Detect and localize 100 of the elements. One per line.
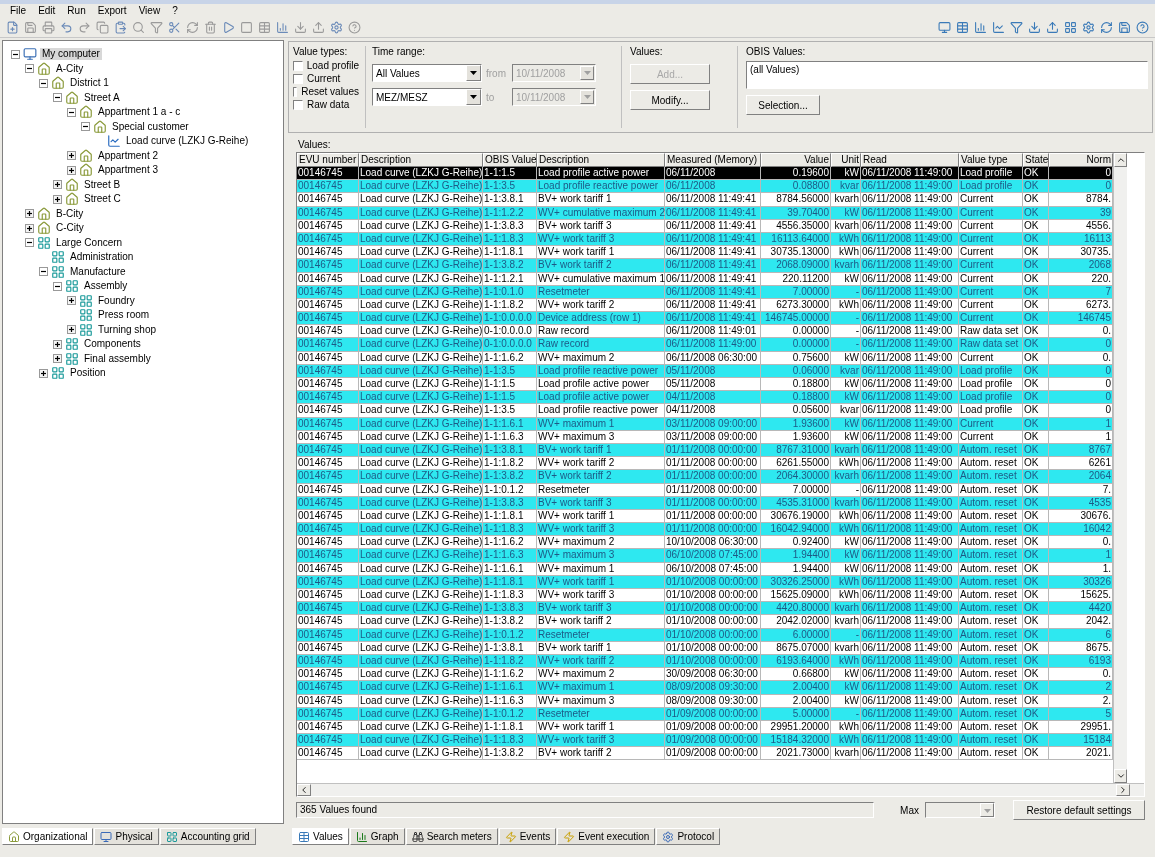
- expander-toggle[interactable]: [67, 107, 76, 117]
- expander-toggle[interactable]: [53, 354, 62, 364]
- table-row[interactable]: 00146745 Load curve (LZKJ G-Reihe) 1-1:1.6.3 WV+ maximum 3 06/10/2008 07:45:00 1.94400 kW 06/11/2008 11:49:00 Autom. reset OK 1: [297, 549, 1113, 563]
- paste-icon[interactable]: [114, 21, 127, 34]
- expander-toggle[interactable]: [81, 122, 90, 132]
- checkbox[interactable]: [293, 60, 303, 71]
- tree-item[interactable]: Turning shop: [96, 323, 158, 336]
- column-header[interactable]: Read: [861, 153, 959, 167]
- save-icon[interactable]: [1118, 21, 1131, 34]
- upload-icon[interactable]: [312, 21, 325, 34]
- tree-item[interactable]: C-City: [54, 222, 86, 235]
- table-row[interactable]: 00146745 Load curve (LZKJ G-Reihe) 1-1:1.6.2 WV+ maximum 2 30/09/2008 06:30:00 0.66800 kW 06/11/2008 11:49:00 Autom. reset OK 0.: [297, 668, 1113, 682]
- tree-item[interactable]: A-City: [54, 62, 86, 75]
- tree-item[interactable]: Assembly: [82, 280, 130, 293]
- tree-item[interactable]: Street B: [82, 178, 123, 191]
- expander-toggle[interactable]: [67, 151, 76, 161]
- help-icon[interactable]: [1136, 21, 1149, 34]
- table-row[interactable]: 00146745 Load curve (LZKJ G-Reihe) 0-1:0.0.0.0 Raw record 06/11/2008 11:49:01 0.00000 - 06/11/2008 11:49:00 Raw data set OK 0.: [297, 325, 1113, 339]
- tree-item[interactable]: Components: [82, 338, 143, 351]
- column-header[interactable]: State: [1023, 153, 1049, 167]
- table-row[interactable]: 00146745 Load curve (LZKJ G-Reihe) 1-1:1.5 Load profile active power 06/11/2008 0.19600 kW 06/11/2008 11:49:00 Load profile OK 0: [297, 167, 1113, 181]
- menu-item[interactable]: View: [138, 5, 161, 17]
- expander-toggle[interactable]: [53, 339, 62, 349]
- tree-item[interactable]: Load curve (LZKJ G-Reihe): [124, 135, 251, 148]
- save-icon[interactable]: [24, 21, 37, 34]
- column-header[interactable]: Norm: [1049, 153, 1113, 167]
- chart-icon[interactable]: [276, 21, 289, 34]
- tab[interactable]: Values: [292, 828, 349, 845]
- expander-toggle[interactable]: [25, 238, 34, 248]
- table-row[interactable]: 00146745 Load curve (LZKJ G-Reihe) 1-1:3.5 Load profile reactive power 06/11/2008 0.08800 kvar 06/11/2008 11:49:00 Load profile OK 0: [297, 180, 1113, 194]
- tree-item[interactable]: Special customer: [110, 120, 191, 133]
- stop-icon[interactable]: [240, 21, 253, 34]
- checkbox[interactable]: [293, 86, 298, 97]
- column-header[interactable]: Unit: [831, 153, 861, 167]
- table-row[interactable]: 00146745 Load curve (LZKJ G-Reihe) 1-1:3.5 Load profile reactive power 04/11/2008 0.05600 kvar 06/11/2008 11:49:00 Load profile OK 0: [297, 404, 1113, 418]
- tree-item[interactable]: Appartment 2: [96, 149, 161, 162]
- expander-toggle[interactable]: [25, 223, 34, 233]
- expander-toggle[interactable]: [25, 64, 34, 74]
- column-header[interactable]: EVU number: [297, 153, 359, 167]
- line-chart-icon[interactable]: [992, 21, 1005, 34]
- expander-toggle[interactable]: [25, 209, 34, 219]
- table-row[interactable]: 00146745 Load curve (LZKJ G-Reihe) 1-1:1.8.2 WV+ work tariff 2 01/11/2008 00:00:00 6261.55000 kWh 06/11/2008 11:49:00 Autom. reset OK 6261: [297, 457, 1113, 471]
- tree-item[interactable]: District 1: [68, 77, 111, 90]
- undo-icon[interactable]: [60, 21, 73, 34]
- tree-item[interactable]: My computer: [40, 48, 102, 61]
- table-row[interactable]: 00146745 Load curve (LZKJ G-Reihe) 1-1:1.8.1 WV+ work tariff 1 06/11/2008 11:49:41 30735.13000 kWh 06/11/2008 11:49:00 Current OK 30735.: [297, 246, 1113, 260]
- upload-icon[interactable]: [1046, 21, 1059, 34]
- tree-item[interactable]: Appartment 1 a - c: [96, 106, 183, 119]
- menu-item[interactable]: Run: [67, 5, 86, 17]
- expander-toggle[interactable]: [11, 49, 20, 59]
- table-row[interactable]: 00146745 Load curve (LZKJ G-Reihe) 1-1:1.8.3 WV+ work tariff 3 01/11/2008 00:00:00 16042.94000 kWh 06/11/2008 11:49:00 Autom. reset OK 16042: [297, 523, 1113, 537]
- checkbox[interactable]: [293, 73, 303, 84]
- grid-icon[interactable]: [1064, 21, 1077, 34]
- timezone-select[interactable]: MEZ/MESZ: [372, 88, 482, 106]
- table-row[interactable]: 00146745 Load curve (LZKJ G-Reihe) 1-1:1.5 Load profile active power 04/11/2008 0.18800 kW 06/11/2008 11:49:00 Load profile OK 0: [297, 391, 1113, 405]
- tab[interactable]: Event execution: [557, 828, 656, 845]
- monitor-icon[interactable]: [938, 21, 951, 34]
- tree-item[interactable]: Street C: [82, 193, 123, 206]
- range-select[interactable]: All Values: [372, 64, 482, 82]
- column-header[interactable]: Value: [761, 153, 831, 167]
- table-row[interactable]: 00146745 Load curve (LZKJ G-Reihe) 1-1:1.6.1 WV+ maximum 1 08/09/2008 09:30:00 2.00400 kW 06/11/2008 11:49:00 Autom. reset OK 2: [297, 681, 1113, 695]
- tree-item[interactable]: Press room: [96, 309, 152, 322]
- filter-icon[interactable]: [150, 21, 163, 34]
- tree-item[interactable]: Manufacture: [68, 265, 128, 278]
- table-row[interactable]: 00146745 Load curve (LZKJ G-Reihe) 1-1:3.8.2 BV+ work tariff 2 06/11/2008 11:49:41 2068.09000 kvarh 06/11/2008 11:49:00 Current OK 2068: [297, 259, 1113, 273]
- tree-item[interactable]: Final assembly: [82, 352, 153, 365]
- column-header[interactable]: OBIS Value: [483, 153, 537, 167]
- tree-item[interactable]: Appartment 3: [96, 164, 161, 177]
- tab[interactable]: Organizational: [2, 828, 94, 845]
- refresh-icon[interactable]: [186, 21, 199, 34]
- expander-toggle[interactable]: [53, 93, 62, 103]
- column-header[interactable]: Description: [359, 153, 483, 167]
- expander-toggle[interactable]: [39, 78, 48, 88]
- redo-icon[interactable]: [78, 21, 91, 34]
- expander-toggle[interactable]: [39, 267, 48, 277]
- expander-toggle[interactable]: [53, 194, 62, 204]
- obis-values-field[interactable]: (all Values): [746, 61, 1148, 89]
- filter-icon[interactable]: [1010, 21, 1023, 34]
- chart-icon[interactable]: [974, 21, 987, 34]
- table-icon[interactable]: [258, 21, 271, 34]
- restore-defaults-button[interactable]: Restore default settings: [1013, 800, 1145, 820]
- menu-item[interactable]: ?: [172, 5, 178, 17]
- expander-toggle[interactable]: [53, 281, 62, 291]
- download-icon[interactable]: [294, 21, 307, 34]
- tree-item[interactable]: Position: [68, 367, 108, 380]
- tab[interactable]: Events: [498, 828, 557, 845]
- search-icon[interactable]: [132, 21, 145, 34]
- trash-icon[interactable]: [204, 21, 217, 34]
- table-row[interactable]: 00146745 Load curve (LZKJ G-Reihe) 1-1:3.8.2 BV+ work tariff 2 01/09/2008 00:00:00 2021.73000 kvarh 06/11/2008 11:49:00 Autom. reset OK 2021.: [297, 747, 1113, 761]
- tab[interactable]: Graph: [349, 828, 405, 845]
- column-header[interactable]: Description: [537, 153, 665, 167]
- print-icon[interactable]: [42, 21, 55, 34]
- copy-icon[interactable]: [96, 21, 109, 34]
- settings-icon[interactable]: [330, 21, 343, 34]
- new-file-icon[interactable]: [6, 21, 19, 34]
- table-row[interactable]: 00146745 Load curve (LZKJ G-Reihe) 0-1:0.0.0.0 Raw record 06/11/2008 11:49:00 0.00000 - 06/11/2008 11:49:00 Raw data set OK 0: [297, 338, 1113, 352]
- tab[interactable]: Search meters: [405, 828, 498, 845]
- table-row[interactable]: 00146745 Load curve (LZKJ G-Reihe) 1-1:0.0.0.0 Device address (row 1) 06/11/2008 11:49:41 146745.00000 - 06/11/2008 11:49:00 Current OK 146745: [297, 312, 1113, 326]
- table-row[interactable]: 00146745 Load curve (LZKJ G-Reihe) 1-1:1.6.2 WV+ maximum 2 10/10/2008 06:30:00 0.92400 kW 06/11/2008 11:49:00 Autom. reset OK 0.: [297, 536, 1113, 550]
- table-icon[interactable]: [956, 21, 969, 34]
